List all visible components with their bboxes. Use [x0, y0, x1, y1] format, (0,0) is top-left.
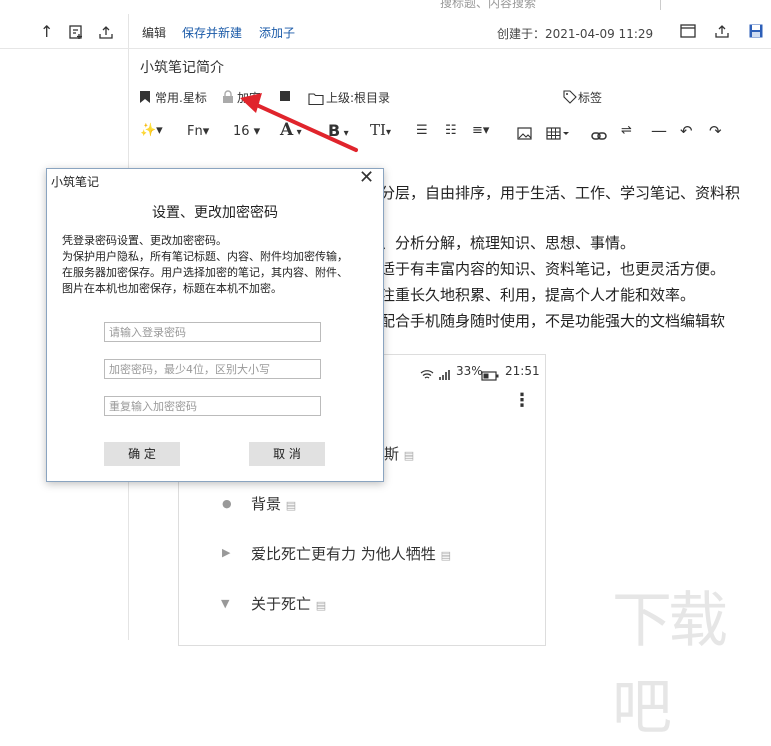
annotation-arrow [240, 93, 358, 152]
